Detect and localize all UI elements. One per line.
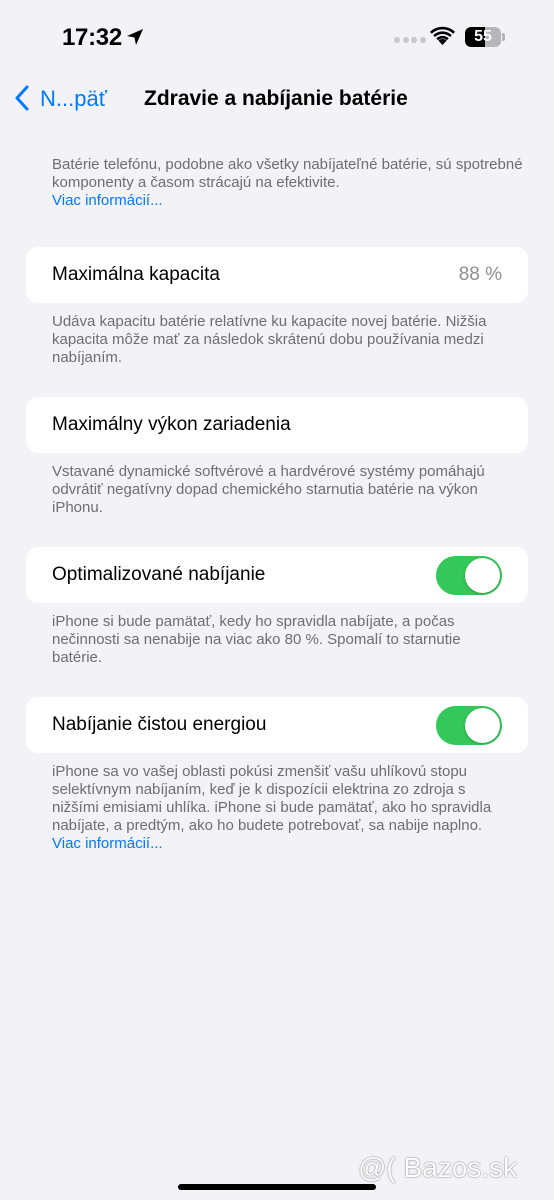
bazos-watermark: @( Bazos.sk [358,1152,518,1183]
optimized-charging-toggle[interactable] [436,556,502,595]
max-capacity-value: 88 % [458,264,502,285]
status-bar: 17:32 55 [0,0,554,76]
toggle-knob [465,708,500,743]
back-button[interactable]: N...päť [14,82,107,116]
intro-text-block: Batérie telefónu, podobne ako všetky nab… [26,156,528,216]
peak-performance-label: Maximálny výkon zariadenia [52,414,291,435]
optimized-charging-label: Optimalizované nabíjanie [52,564,266,585]
back-button-label: N...päť [40,86,107,111]
clean-energy-charging-footer: iPhone sa vo vašej oblasti pokúsi zmenši… [26,753,528,853]
status-time: 17:32 [62,24,122,51]
wifi-icon [430,26,455,45]
clean-energy-charging-label: Nabíjanie čistou energiou [52,714,267,735]
optimized-charging-row: Optimalizované nabíjanie [26,547,528,603]
chevron-left-icon [15,85,29,111]
battery-cap [502,33,505,41]
clean-energy-more-info-link[interactable]: Viac informácií... [52,835,163,852]
max-capacity-row: Maximálna kapacita 88 % [26,247,528,303]
battery-icon: 55 [465,27,501,47]
location-arrow-icon [127,29,143,45]
optimized-charging-footer: iPhone si bude pamätať, kedy ho spravidl… [52,613,461,666]
max-capacity-footer: Udáva kapacitu batérie relatívne ku kapa… [52,313,487,366]
peak-performance-footer: Vstavané dynamické softvérové a hardvéro… [52,463,485,516]
clean-energy-charging-row: Nabíjanie čistou energiou [26,697,528,753]
intro-more-info-link[interactable]: Viac informácií... [52,192,163,209]
clean-energy-footer-text: iPhone sa vo vašej oblasti pokúsi zmenši… [52,763,492,834]
clean-energy-charging-toggle[interactable] [436,706,502,745]
max-capacity-label: Maximálna kapacita [52,264,220,285]
home-indicator[interactable] [178,1184,376,1190]
intro-text: Batérie telefónu, podobne ako všetky nab… [52,156,523,191]
page-title: Zdravie a nabíjanie batérie [144,87,408,110]
toggle-knob [465,558,500,593]
settings-content: Batérie telefónu, podobne ako všetky nab… [26,156,528,853]
peak-performance-row[interactable]: Maximálny výkon zariadenia [26,397,528,453]
battery-level: 55 [474,28,492,45]
navigation-bar: N...päť Zdravie a nabíjanie batérie [0,76,554,120]
cellular-signal-icon [394,37,428,55]
